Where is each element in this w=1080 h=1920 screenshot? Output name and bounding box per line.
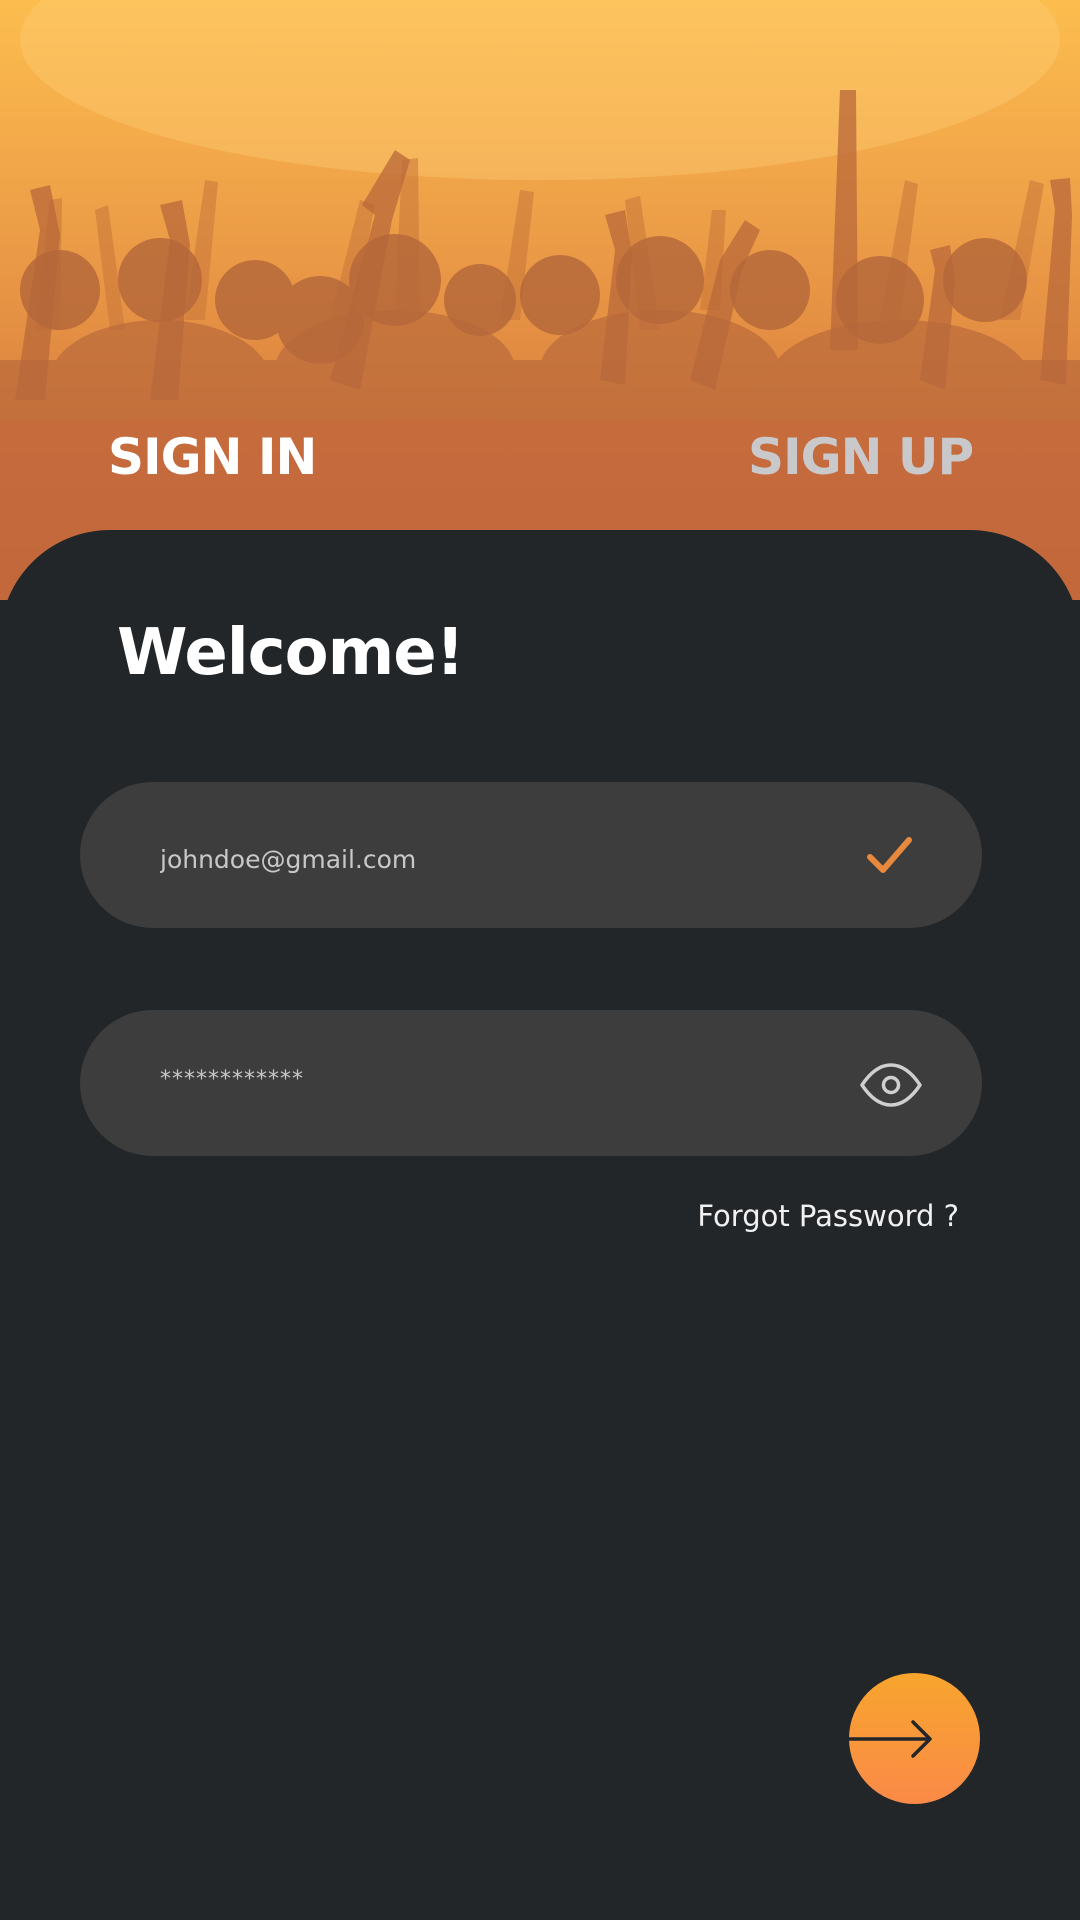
email-field[interactable] [80, 782, 982, 932]
tab-sign-in[interactable]: SIGN IN [108, 432, 317, 482]
page-title: Welcome! [117, 616, 465, 690]
sign-in-screen: SIGN IN SIGN UP Welcome! Forgot Password… [0, 0, 1080, 1920]
email-input[interactable] [160, 786, 800, 932]
submit-button[interactable] [847, 1673, 980, 1804]
password-input[interactable] [160, 1006, 800, 1152]
concert-crowd-image [0, 0, 1080, 600]
forgot-password-link[interactable]: Forgot Password ? [697, 1199, 959, 1233]
hero-banner: SIGN IN SIGN UP [0, 0, 1080, 600]
arrow-right-icon [847, 1720, 932, 1758]
password-field[interactable] [80, 1006, 982, 1156]
check-icon [867, 837, 912, 873]
tab-sign-up[interactable]: SIGN UP [748, 432, 974, 482]
eye-icon[interactable] [858, 1052, 924, 1118]
